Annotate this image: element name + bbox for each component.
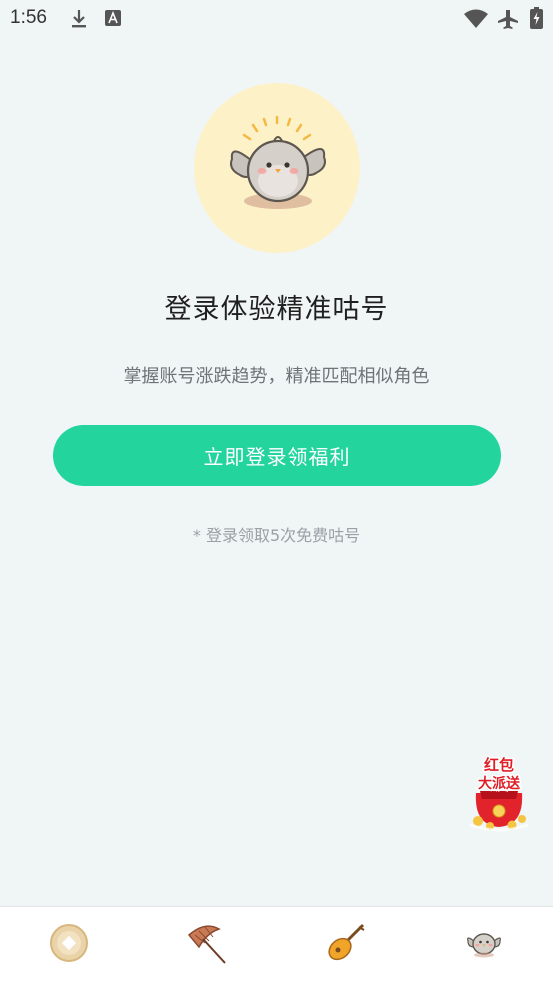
bird-mascot-illustration: [230, 115, 326, 209]
nav-item-profile[interactable]: [462, 921, 506, 965]
page-title: 登录体验精准咕号: [164, 294, 389, 325]
page-subtitle: 掌握账号涨跌趋势，精准匹配相似角色: [123, 366, 430, 387]
airplane-icon: [497, 9, 519, 33]
coin-icon: [50, 924, 88, 962]
red-packet-promo[interactable]: 红包 大派送: [466, 753, 532, 833]
nav-item-coin[interactable]: [47, 921, 91, 965]
bottom-nav: [0, 906, 553, 985]
mascot-avatar: [194, 83, 360, 253]
bird-avatar-icon: [467, 933, 501, 958]
download-icon: [70, 9, 88, 33]
red-packet-line1: 红包: [484, 756, 514, 774]
pipa-icon: [328, 923, 365, 961]
status-time: 1:56: [10, 7, 47, 28]
red-packet-icon: 红包 大派送: [469, 755, 529, 832]
login-button[interactable]: 立即登录领福利: [53, 425, 501, 486]
nav-item-pipa[interactable]: [323, 921, 367, 965]
nav-item-umbrella[interactable]: [185, 921, 229, 965]
status-bar: 1:56: [0, 0, 553, 38]
wifi-icon: [463, 9, 489, 33]
umbrella-icon: [187, 925, 226, 964]
battery-charging-icon: [530, 7, 543, 33]
free-query-note: * 登录领取5次免费咕号: [192, 526, 361, 545]
keyboard-a-icon: [104, 9, 122, 31]
red-packet-line2: 大派送: [478, 775, 521, 792]
